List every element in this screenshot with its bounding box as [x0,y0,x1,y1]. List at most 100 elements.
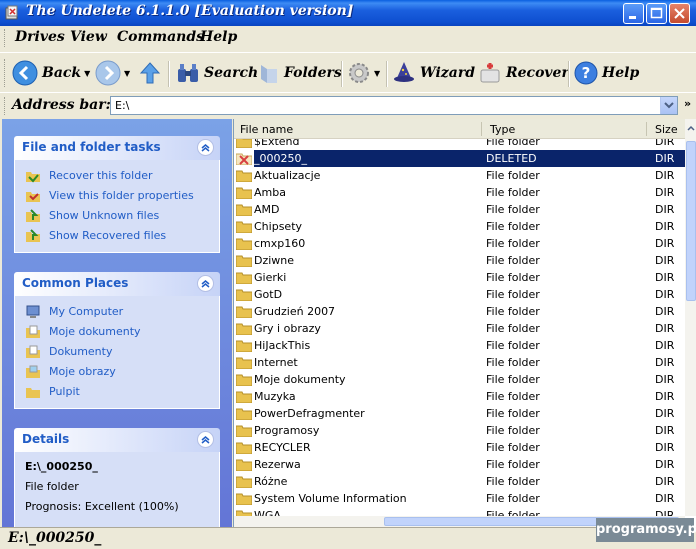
table-row[interactable]: Programosy File folder DIR [234,422,685,439]
file-type-cell: File folder [486,339,540,352]
file-size-cell: DIR [655,356,675,369]
table-row[interactable]: Chipsety File folder DIR [234,218,685,235]
table-row[interactable]: Aktualizacje File folder DIR [234,167,685,184]
collapse-icon[interactable] [197,139,214,156]
minimize-button[interactable] [623,3,644,24]
file-rows: $Extend File folder DIR _000250_ DELETED D… [234,139,685,516]
table-row[interactable]: Różne File folder DIR [234,473,685,490]
place-moje-obrazy[interactable]: Moje obrazy [15,362,219,382]
menu-commands[interactable]: Commands [117,29,204,45]
toolbar-separator [568,61,570,87]
column-file-name[interactable]: File name [240,123,293,136]
menu-help[interactable]: Help [200,29,237,45]
table-row[interactable]: RECYCLER File folder DIR [234,439,685,456]
menu-grip[interactable] [4,29,8,47]
wizard-button[interactable]: Wizard [392,57,475,89]
table-row[interactable]: Grudzień 2007 File folder DIR [234,303,685,320]
address-grip[interactable] [4,97,8,115]
table-row[interactable]: cmxp160 File folder DIR [234,235,685,252]
place-pulpit[interactable]: Pulpit [15,382,219,402]
file-name-cell: PowerDefragmenter [254,407,365,420]
search-button[interactable]: Search [176,57,258,89]
table-row[interactable]: _000250_ DELETED DIR [234,150,685,167]
folder-icon [236,357,252,369]
table-row[interactable]: Gry i obrazy File folder DIR [234,320,685,337]
toolbar-overflow-icon[interactable]: » [684,97,691,110]
forward-button[interactable]: ▼ [95,57,130,89]
toolbar-grip[interactable] [4,59,8,87]
file-name-cell: Grudzień 2007 [254,305,336,318]
forward-dropdown-icon[interactable]: ▼ [124,69,130,78]
table-row[interactable]: Moje dokumenty File folder DIR [234,371,685,388]
vertical-scrollbar[interactable] [685,119,696,516]
table-row[interactable]: Internet File folder DIR [234,354,685,371]
place-dokumenty[interactable]: Dokumenty [15,342,219,362]
table-row[interactable]: System Volume Information File folder DIR [234,490,685,507]
scroll-up-icon[interactable] [685,122,696,136]
binoculars-icon [178,64,198,82]
file-type-cell: File folder [486,220,540,233]
place-moje-dokumenty[interactable]: Moje dokumenty [15,322,219,342]
menu-drives[interactable]: Drives [15,29,65,45]
folder-icon [236,255,252,267]
column-size[interactable]: Size [655,123,678,136]
address-dropdown-button[interactable] [660,97,677,114]
file-name-cell: Gierki [254,271,287,284]
address-input[interactable]: E:\ [110,96,678,115]
toolbar-separator [386,61,388,87]
folder-icon [236,493,252,505]
file-folder-tasks-header[interactable]: File and folder tasks [14,136,220,160]
recover-button[interactable]: Recover [478,57,569,89]
table-row[interactable]: AMD File folder DIR [234,201,685,218]
up-button[interactable] [139,57,161,89]
task-recover-folder[interactable]: Recover this folder [15,166,219,186]
settings-button[interactable]: ▼ [347,57,380,89]
settings-dropdown-icon[interactable]: ▼ [374,69,380,78]
table-row[interactable]: Amba File folder DIR [234,184,685,201]
folder-icon [236,139,252,148]
help-button[interactable]: ? Help [574,57,639,89]
table-row[interactable]: PowerDefragmenter File folder DIR [234,405,685,422]
file-type-cell: File folder [486,254,540,267]
place-my-computer[interactable]: My Computer [15,302,219,322]
file-size-cell: DIR [655,339,675,352]
menu-view[interactable]: View [70,29,107,45]
task-show-unknown[interactable]: Show Unknown files [15,206,219,226]
table-row[interactable]: WGA File folder DIR [234,507,685,516]
table-row[interactable]: Dziwne File folder DIR [234,252,685,269]
vertical-scroll-thumb[interactable] [686,141,696,301]
column-type[interactable]: Type [490,123,515,136]
back-button[interactable]: Back ▼ [12,57,90,89]
file-folder-tasks-title: File and folder tasks [22,140,161,154]
task-show-recovered[interactable]: Show Recovered files [15,226,219,246]
column-separator[interactable] [646,122,647,136]
show-recovered-icon [26,229,40,242]
file-name-cell: Muzyka [254,390,296,403]
file-name-cell: Chipsety [254,220,303,233]
collapse-icon[interactable] [197,431,214,448]
column-header: File name Type Size [234,119,685,139]
table-row[interactable]: HiJackThis File folder DIR [234,337,685,354]
details-header[interactable]: Details [14,428,220,452]
column-separator[interactable] [481,122,482,136]
table-row[interactable]: Gierki File folder DIR [234,269,685,286]
place-label: Pulpit [49,385,80,398]
table-row[interactable]: Muzyka File folder DIR [234,388,685,405]
file-name-cell: _000250_ [254,152,307,165]
folder-icon [236,170,252,182]
common-places-header[interactable]: Common Places [14,272,220,296]
table-row[interactable]: Rezerwa File folder DIR [234,456,685,473]
back-dropdown-icon[interactable]: ▼ [84,69,90,78]
maximize-button[interactable] [646,3,667,24]
file-list: File name Type Size $Extend File folder … [233,119,696,527]
collapse-icon[interactable] [197,275,214,292]
table-row[interactable]: $Extend File folder DIR [234,139,685,150]
file-name-cell: HiJackThis [254,339,311,352]
folder-icon [236,374,252,386]
task-view-properties[interactable]: View this folder properties [15,186,219,206]
file-size-cell: DIR [655,475,675,488]
close-button[interactable] [669,3,690,24]
title-bar[interactable]: The Undelete 6.1.1.0 [Evaluation version… [0,0,696,26]
table-row[interactable]: GotD File folder DIR [234,286,685,303]
folders-button[interactable]: Folders [258,57,342,89]
